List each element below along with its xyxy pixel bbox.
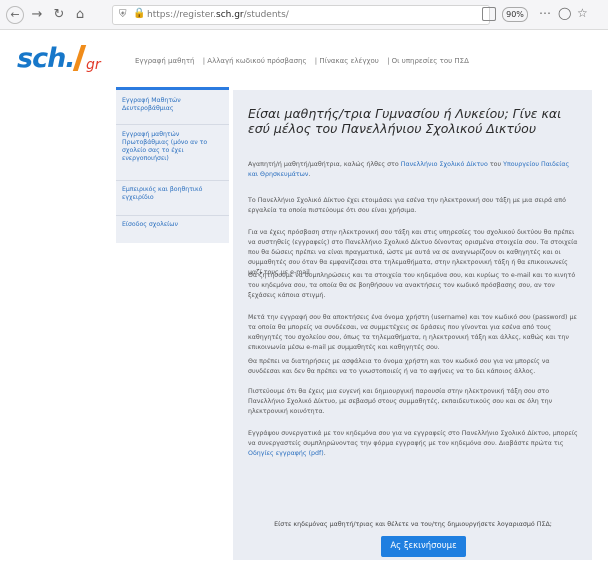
paragraph-conduct: Πιστεύουμε ότι θα έχεις μια ευγενή και δ… — [248, 388, 553, 415]
paragraph-instructions: Εγγράψου συνεργατικά με τον κηδεμόνα σου… — [248, 429, 578, 459]
main-content-panel: Είσαι μαθητής/τρια Γυμνασίου ή Λυκείου; … — [233, 90, 592, 560]
sidebar: Εγγραφή Μαθητών Δευτεροβάθμιας Εγγραφή μ… — [116, 87, 229, 243]
url-text[interactable]: https://register.sch.gr/students/ — [147, 10, 289, 20]
guardian-question: Είστε κηδεμόνας μαθητή/τριας και θέλετε … — [274, 521, 552, 528]
logo-suffix-text: gr — [86, 57, 101, 73]
sidebar-divider — [116, 215, 229, 216]
intro-text: του — [487, 161, 504, 168]
reload-icon[interactable]: ↻ — [50, 6, 68, 24]
top-navigation: Εγγραφή μαθητή | Αλλαγή κωδικού πρόσβαση… — [135, 57, 475, 65]
intro-paragraph: Αγαπητή/ή μαθητή/μαθήτρια, καλώς ήλθες σ… — [248, 160, 578, 180]
logo-slash-mark — [72, 45, 87, 71]
start-button[interactable]: Ας ξεκινήσουμε — [381, 536, 466, 557]
topnav-item-services[interactable]: | Οι υπηρεσίες του ΠΣΔ — [387, 57, 469, 65]
paragraph-account: Μετά την εγγραφή σου θα αποκτήσεις ένα ό… — [248, 314, 577, 351]
intro-text: Αγαπητή/ή μαθητή/μαθήτρια, καλώς ήλθες σ… — [248, 161, 401, 168]
topnav-item-register[interactable]: Εγγραφή μαθητή — [135, 57, 194, 65]
sidebar-item-secondary-registration[interactable]: Εγγραφή Μαθητών Δευτεροβάθμιας — [122, 97, 226, 113]
url-prefix: https://register. — [147, 10, 217, 20]
paragraph-classroom: Το Πανελλήνιο Σχολικό Δίκτυο έχει ετοιμά… — [248, 197, 566, 214]
reader-view-icon[interactable] — [482, 7, 496, 21]
intro-text: . — [308, 171, 311, 178]
shield-icon[interactable]: ⛨ — [119, 9, 127, 20]
pocket-icon[interactable]: ◯ — [558, 6, 571, 20]
forward-arrow-icon[interactable]: → — [28, 6, 46, 24]
zoom-level-badge[interactable]: 90% — [502, 7, 528, 22]
url-path: /students/ — [243, 10, 289, 20]
registration-guide-link[interactable]: Οδηγίες εγγραφής (pdf) — [248, 450, 324, 457]
address-bar[interactable]: ⛨ 🔒 https://register.sch.gr/students/ — [112, 5, 490, 25]
url-domain: sch.gr — [216, 10, 244, 20]
topnav-item-change-password[interactable]: | Αλλαγή κωδικού πρόσβασης — [203, 57, 307, 65]
lock-icon[interactable]: 🔒 — [133, 8, 145, 19]
more-icon[interactable]: ⋯ — [539, 6, 551, 20]
paragraph-security: Θα πρέπει να διατηρήσεις με ασφάλεια το … — [248, 358, 550, 375]
page-title: Είσαι μαθητής/τρια Γυμνασίου ή Λυκείου; … — [248, 106, 562, 136]
sidebar-item-manual[interactable]: Εμπειρικός και βοηθητικό εγχειρίδιο — [122, 186, 226, 202]
site-logo[interactable]: sch. gr — [17, 43, 117, 79]
star-icon[interactable]: ☆ — [577, 6, 588, 20]
logo-main-text: sch. — [17, 43, 76, 74]
browser-toolbar: ← → ↻ ⌂ ⛨ 🔒 https://register.sch.gr/stud… — [0, 0, 608, 30]
sidebar-divider — [116, 124, 229, 125]
topnav-item-dashboard[interactable]: | Πίνακας ελέγχου — [315, 57, 379, 65]
sidebar-item-school-login[interactable]: Είσοδος σχολείων — [122, 221, 226, 229]
paragraph-guardian: Θα ζητήσουμε να συμπληρώσεις και τα στοι… — [248, 272, 576, 299]
sidebar-item-primary-registration[interactable]: Εγγραφή μαθητών Πρωτοβάθμιας (μόνο αν το… — [122, 131, 226, 163]
back-arrow-icon[interactable]: ← — [6, 6, 24, 24]
psd-link[interactable]: Πανελλήνιο Σχολικό Δίκτυο — [401, 161, 488, 168]
instructions-text: . — [323, 450, 326, 457]
home-icon[interactable]: ⌂ — [71, 6, 89, 24]
sidebar-divider — [116, 180, 229, 181]
instructions-text: Εγγράψου συνεργατικά με τον κηδεμόνα σου… — [248, 430, 578, 447]
